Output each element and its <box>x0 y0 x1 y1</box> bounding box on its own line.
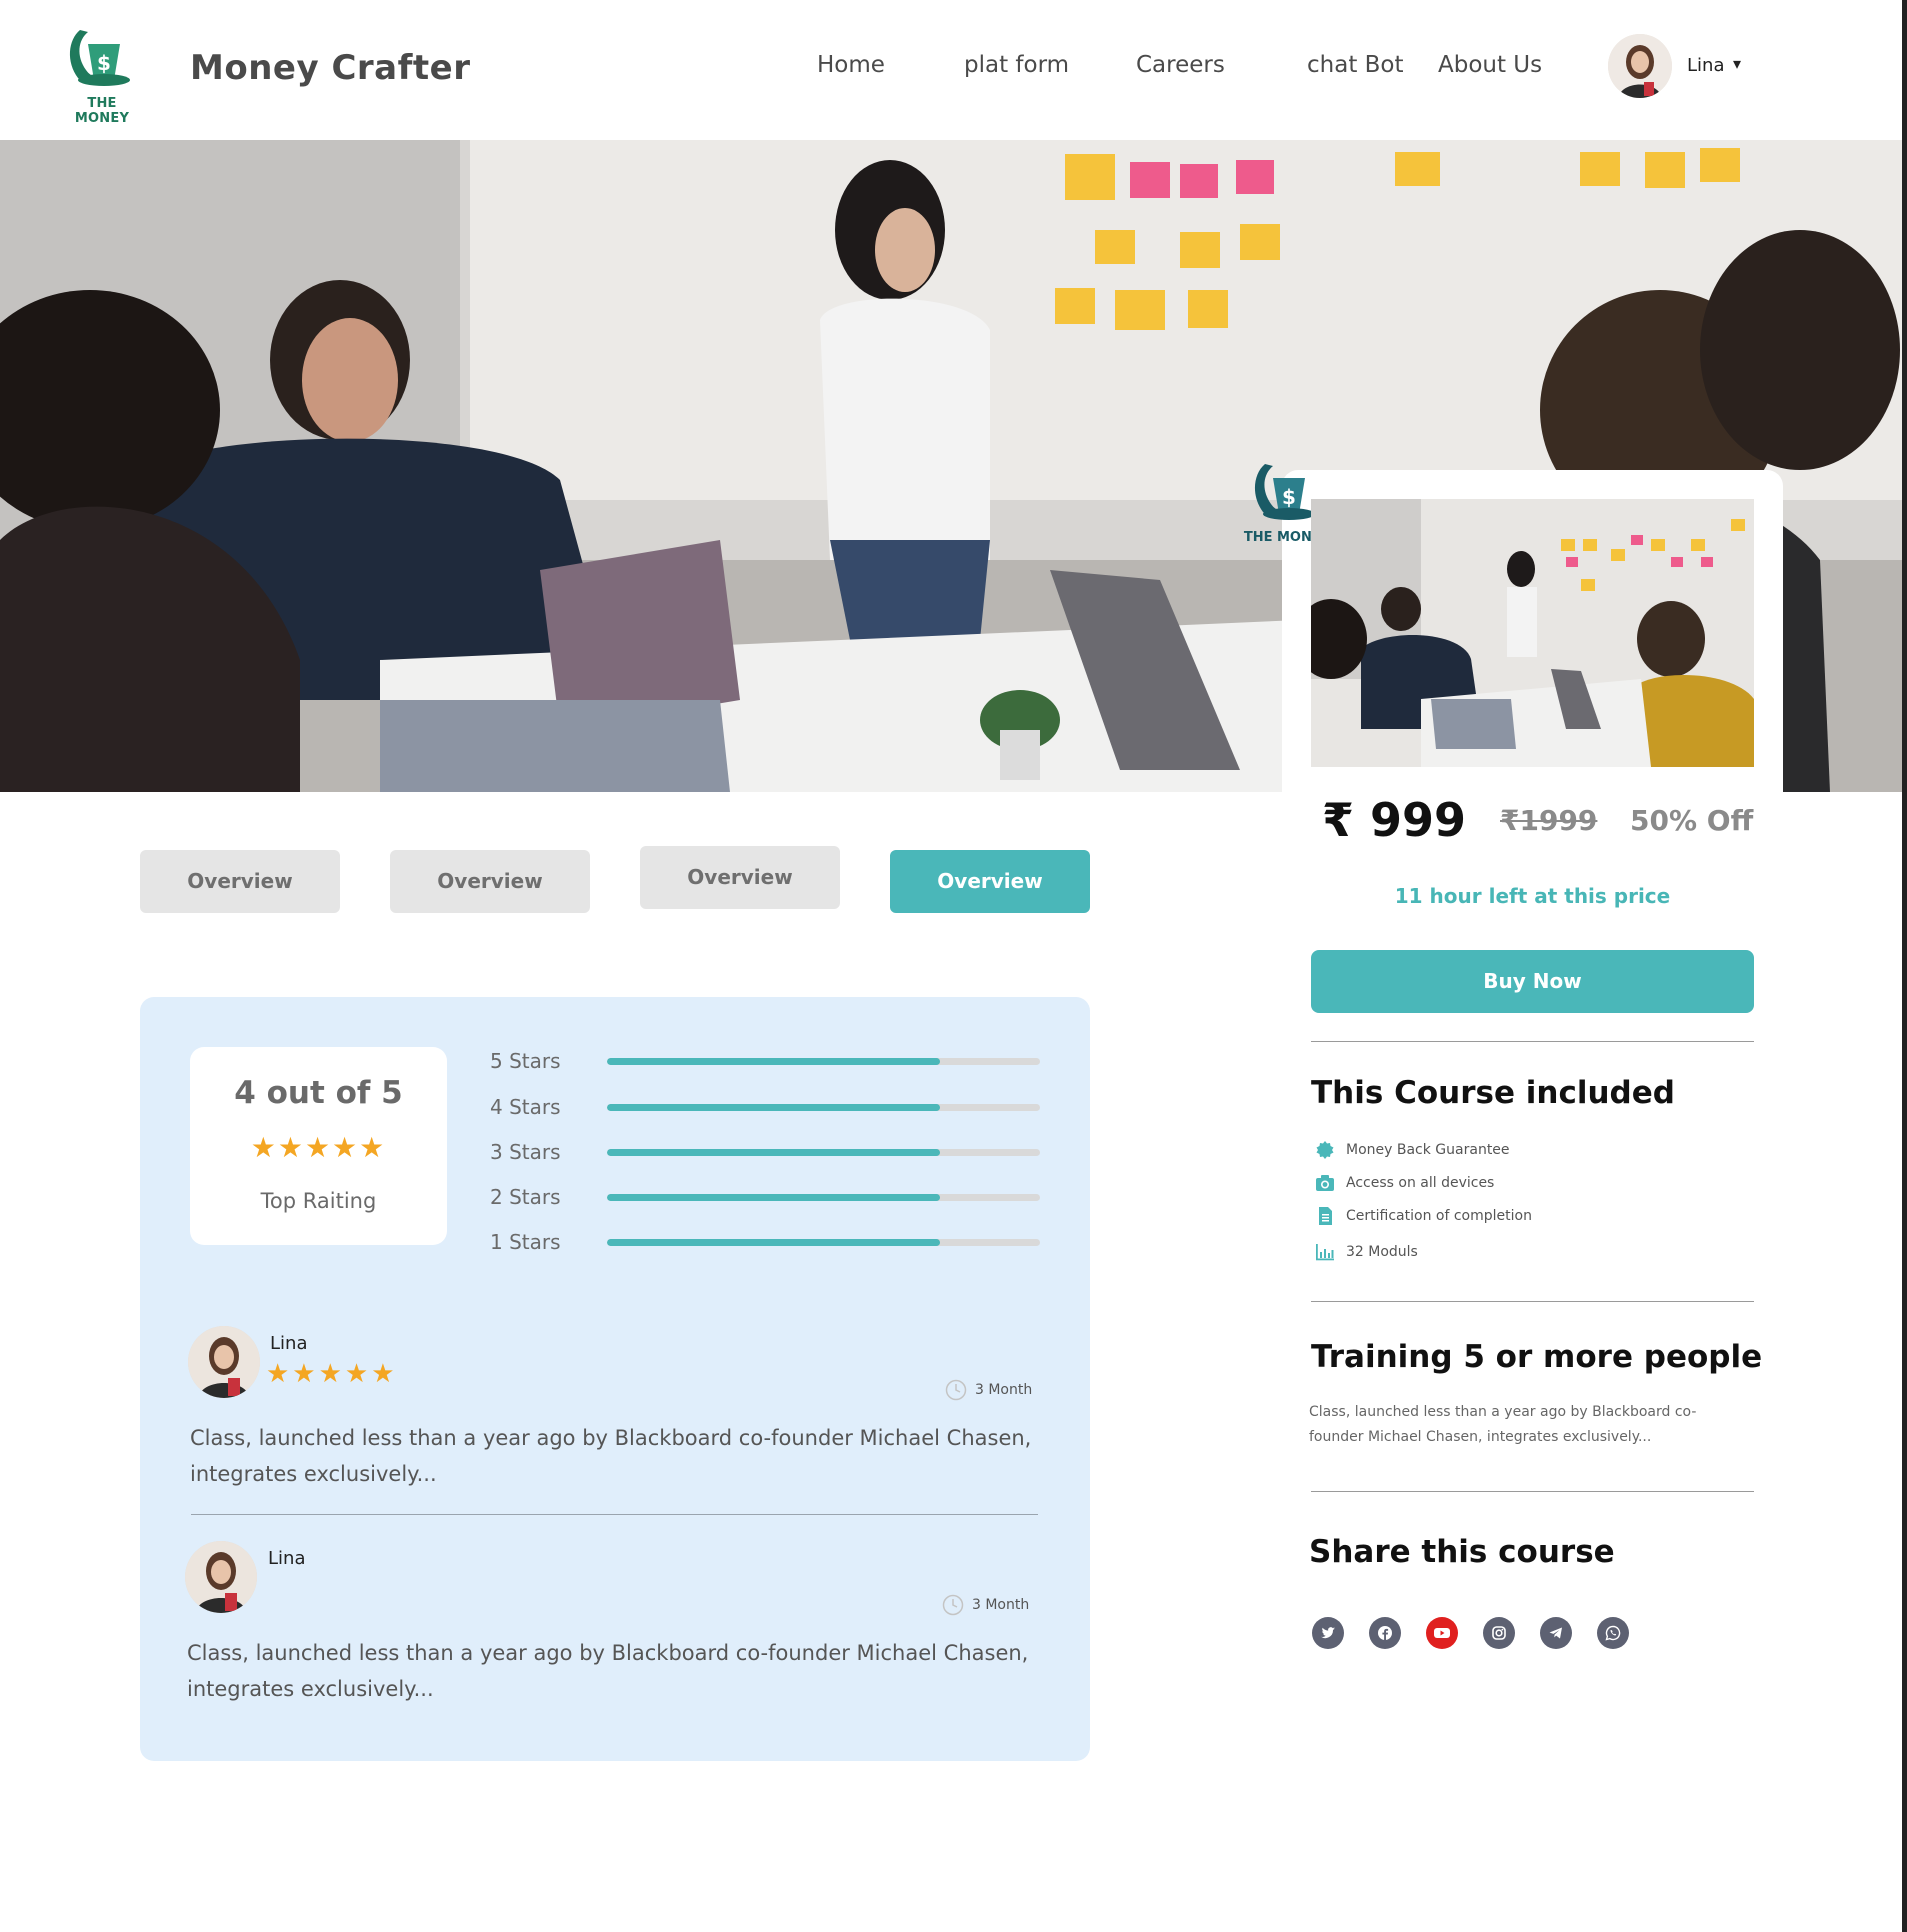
included-item-money-back: Money Back Guarantee <box>1314 1140 1510 1160</box>
rating-bar-label: 2 Stars <box>490 1185 561 1209</box>
rating-score: 4 out of 5 <box>234 1075 403 1111</box>
svg-text:$: $ <box>97 51 111 75</box>
current-price: ₹ 999 <box>1322 793 1467 847</box>
rating-bar-3 <box>607 1149 1040 1156</box>
rating-bar-1 <box>607 1239 1040 1246</box>
nav-platform[interactable]: plat form <box>964 52 1069 78</box>
money-hat-logo-icon: $ <box>69 30 130 86</box>
original-price: ₹1999 <box>1500 804 1598 837</box>
svg-text:$: $ <box>1282 485 1296 509</box>
rating-bar-fill <box>607 1149 941 1156</box>
included-item-modules: 32 Moduls <box>1314 1242 1418 1262</box>
buy-now-button[interactable]: Buy Now <box>1311 950 1754 1013</box>
section-divider <box>1311 1041 1754 1042</box>
badge-check-icon <box>1316 1141 1334 1159</box>
rating-bar-fill <box>607 1239 941 1246</box>
rating-summary-box: 4 out of 5 ★★★★★ Top Raiting <box>190 1047 447 1245</box>
time-left-notice: 11 hour left at this price <box>1394 884 1671 908</box>
rating-bar-label: 3 Stars <box>490 1140 561 1164</box>
site-header: $ THE MONEY Money Crafter Home plat form… <box>0 0 1907 140</box>
rating-bar-label: 1 Stars <box>490 1230 561 1254</box>
rating-bar-fill <box>607 1058 941 1065</box>
nav-about-us[interactable]: About Us <box>1438 52 1542 78</box>
clock-icon <box>942 1594 964 1616</box>
logo-text: THE MONEY <box>74 96 130 126</box>
nav-careers[interactable]: Careers <box>1136 52 1225 78</box>
user-avatar[interactable] <box>1608 34 1672 98</box>
reviewer-avatar[interactable] <box>185 1541 257 1613</box>
rating-bar-2 <box>607 1194 1040 1201</box>
rating-bar-fill <box>607 1194 941 1201</box>
review-time: 3 Month <box>945 1379 1032 1401</box>
camera-icon <box>1316 1175 1334 1191</box>
discount-label: 50% Off <box>1630 804 1754 837</box>
telegram-icon[interactable] <box>1540 1617 1572 1649</box>
share-title: Share this course <box>1309 1534 1615 1570</box>
rating-bar-4 <box>607 1104 1040 1111</box>
review-text: Class, launched less than a year ago by … <box>187 1641 1029 1701</box>
review-time: 3 Month <box>942 1594 1029 1616</box>
training-description: Class, launched less than a year ago by … <box>1309 1404 1697 1445</box>
rating-stars: ★★★★★ <box>250 1131 387 1164</box>
document-icon <box>1319 1207 1332 1225</box>
instagram-icon[interactable] <box>1483 1617 1515 1649</box>
included-item-label: Access on all devices <box>1346 1175 1495 1191</box>
course-preview-image[interactable] <box>1311 499 1754 767</box>
rating-subtitle: Top Raiting <box>260 1189 377 1213</box>
rating-bar-fill <box>607 1104 941 1111</box>
included-item-label: Money Back Guarantee <box>1346 1142 1510 1158</box>
review-text: Class, launched less than a year ago by … <box>190 1426 1032 1486</box>
review-divider <box>191 1514 1038 1515</box>
bar-chart-icon <box>1316 1244 1334 1261</box>
nav-chat-bot[interactable]: chat Bot <box>1307 52 1404 78</box>
nav-home[interactable]: Home <box>817 52 885 78</box>
rating-bar-5 <box>607 1058 1040 1065</box>
rating-bar-label: 4 Stars <box>490 1095 561 1119</box>
brand-logo[interactable]: $ THE MONEY <box>58 22 146 126</box>
twitter-icon[interactable] <box>1312 1617 1344 1649</box>
brand-name[interactable]: Money Crafter <box>190 48 471 88</box>
tab-overview-3[interactable]: Overview <box>640 846 840 909</box>
whatsapp-icon[interactable] <box>1597 1617 1629 1649</box>
included-item-label: 32 Moduls <box>1346 1244 1418 1260</box>
section-divider <box>1311 1491 1754 1492</box>
tab-overview-2[interactable]: Overview <box>390 850 590 913</box>
facebook-icon[interactable] <box>1369 1617 1401 1649</box>
tab-overview-4[interactable]: Overview <box>890 850 1090 913</box>
review-time-label: 3 Month <box>975 1382 1033 1398</box>
reviewer-name: Lina <box>268 1548 306 1569</box>
rating-bar-label: 5 Stars <box>490 1049 561 1073</box>
tab-overview-1[interactable]: Overview <box>140 850 340 913</box>
reviewer-name: Lina <box>270 1333 308 1354</box>
included-item-devices: Access on all devices <box>1314 1173 1494 1193</box>
training-title: Training 5 or more people <box>1311 1339 1763 1375</box>
reviewer-avatar[interactable] <box>188 1326 260 1398</box>
review-stars: ★★★★★ <box>266 1359 398 1389</box>
section-divider <box>1311 1301 1754 1302</box>
course-included-title: This Course included <box>1311 1075 1675 1111</box>
included-item-label: Certification of completion <box>1346 1208 1532 1224</box>
review-time-label: 3 Month <box>972 1597 1030 1613</box>
user-name[interactable]: Lina <box>1687 55 1724 76</box>
window-edge <box>1902 0 1907 1932</box>
clock-icon <box>945 1379 967 1401</box>
included-item-certification: Certification of completion <box>1314 1206 1532 1226</box>
chevron-down-icon[interactable]: ▾ <box>1733 54 1741 73</box>
youtube-icon[interactable] <box>1426 1617 1458 1649</box>
